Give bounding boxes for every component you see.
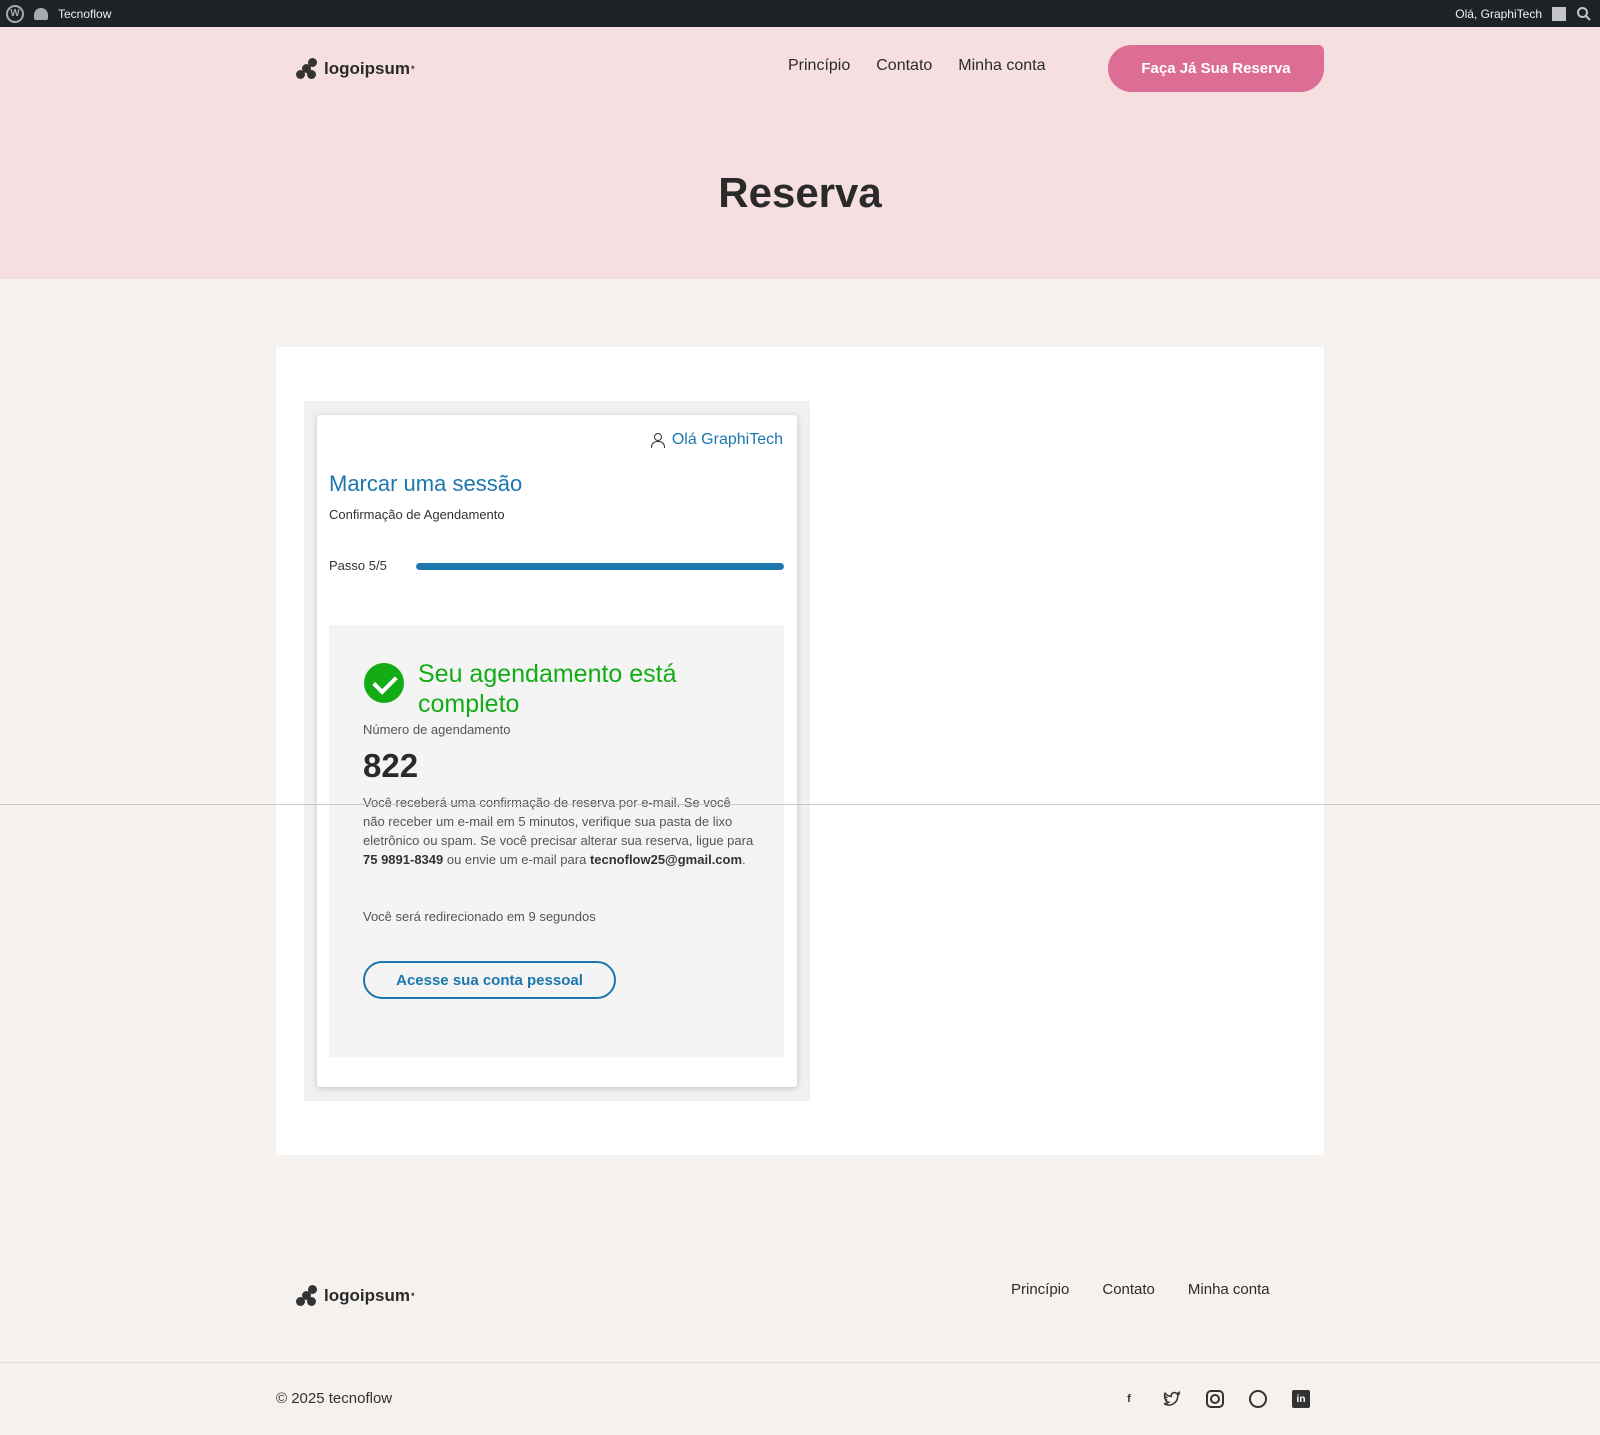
wordpress-icon[interactable]: W bbox=[6, 4, 24, 23]
booking-cta-button[interactable]: Faça Já Sua Reserva bbox=[1108, 45, 1324, 92]
booking-widget: Olá GraphiTech Marcar uma sessão Confirm… bbox=[317, 415, 797, 1087]
logo-text: logoipsum bbox=[324, 59, 410, 78]
linkedin-icon[interactable]: in bbox=[1292, 1390, 1310, 1408]
contact-phone: 75 9891-8349 bbox=[363, 852, 444, 867]
info-text-3: . bbox=[742, 852, 746, 867]
user-greeting-text: Olá GraphiTech bbox=[671, 431, 783, 448]
user-icon bbox=[650, 433, 665, 448]
facebook-icon[interactable]: f bbox=[1120, 1390, 1138, 1408]
booking-number-label: Número de agendamento bbox=[363, 722, 511, 737]
admin-site-name[interactable]: Tecnoflow bbox=[58, 7, 111, 21]
social-links: f in bbox=[1120, 1390, 1310, 1408]
check-circle-icon bbox=[364, 663, 404, 703]
page-title: Reserva bbox=[718, 169, 882, 216]
avatar[interactable] bbox=[1552, 6, 1566, 21]
widget-title: Marcar uma sessão bbox=[329, 471, 523, 496]
footer-divider bbox=[0, 1362, 1600, 1363]
nav-principio[interactable]: Princípio bbox=[788, 57, 850, 75]
redirect-notice: Você será redirecionado em 9 segundos bbox=[363, 909, 596, 924]
logo-mark-icon bbox=[294, 1284, 318, 1308]
info-text-1: Você receberá uma confirmação de reserva… bbox=[363, 795, 754, 848]
completion-title: Seu agendamento está completo bbox=[418, 660, 677, 718]
main-nav: Princípio Contato Minha conta bbox=[788, 57, 1045, 75]
footer-logo-sup: * bbox=[410, 1291, 415, 1301]
contact-email: tecnoflow25@gmail.com bbox=[589, 852, 743, 867]
logo-sup: * bbox=[410, 64, 415, 74]
divider-line bbox=[0, 804, 1600, 805]
info-text-2: ou envie um e-mail para bbox=[443, 852, 590, 867]
booking-number: 822 bbox=[363, 747, 419, 784]
progress-fill bbox=[416, 563, 784, 570]
footer-logo-text: logoipsum bbox=[324, 1286, 410, 1305]
progress-bar bbox=[416, 563, 784, 570]
admin-bar: W Tecnoflow Olá, GraphiTech bbox=[0, 0, 1600, 27]
nav-contato[interactable]: Contato bbox=[876, 57, 932, 75]
personal-account-button[interactable]: Acesse sua conta pessoal bbox=[363, 961, 616, 999]
admin-greeting[interactable]: Olá, GraphiTech bbox=[1455, 7, 1542, 21]
user-greeting[interactable]: Olá GraphiTech bbox=[650, 431, 783, 449]
logo-mark-icon bbox=[294, 57, 318, 81]
whatsapp-icon[interactable] bbox=[1249, 1390, 1267, 1408]
site-header: logoipsum * Princípio Contato Minha conta… bbox=[0, 27, 1600, 279]
dashboard-icon[interactable] bbox=[34, 7, 48, 20]
footer-nav-contato[interactable]: Contato bbox=[1102, 1281, 1155, 1298]
confirmation-panel: Seu agendamento está completo Número de … bbox=[329, 625, 784, 1057]
footer-nav-principio[interactable]: Princípio bbox=[1011, 1281, 1069, 1298]
search-icon[interactable] bbox=[1576, 6, 1592, 22]
twitter-icon[interactable] bbox=[1163, 1390, 1181, 1408]
header-logo[interactable]: logoipsum * bbox=[294, 57, 414, 81]
widget-subtitle: Confirmação de Agendamento bbox=[329, 507, 505, 522]
footer-logo[interactable]: logoipsum * bbox=[294, 1284, 414, 1308]
instagram-icon[interactable] bbox=[1206, 1390, 1224, 1408]
footer-nav: Princípio Contato Minha conta bbox=[1011, 1281, 1270, 1298]
step-label: Passo 5/5 bbox=[329, 558, 387, 573]
copyright: © 2025 tecnoflow bbox=[276, 1390, 393, 1407]
footer-nav-minha-conta[interactable]: Minha conta bbox=[1188, 1281, 1270, 1298]
nav-minha-conta[interactable]: Minha conta bbox=[958, 57, 1045, 75]
